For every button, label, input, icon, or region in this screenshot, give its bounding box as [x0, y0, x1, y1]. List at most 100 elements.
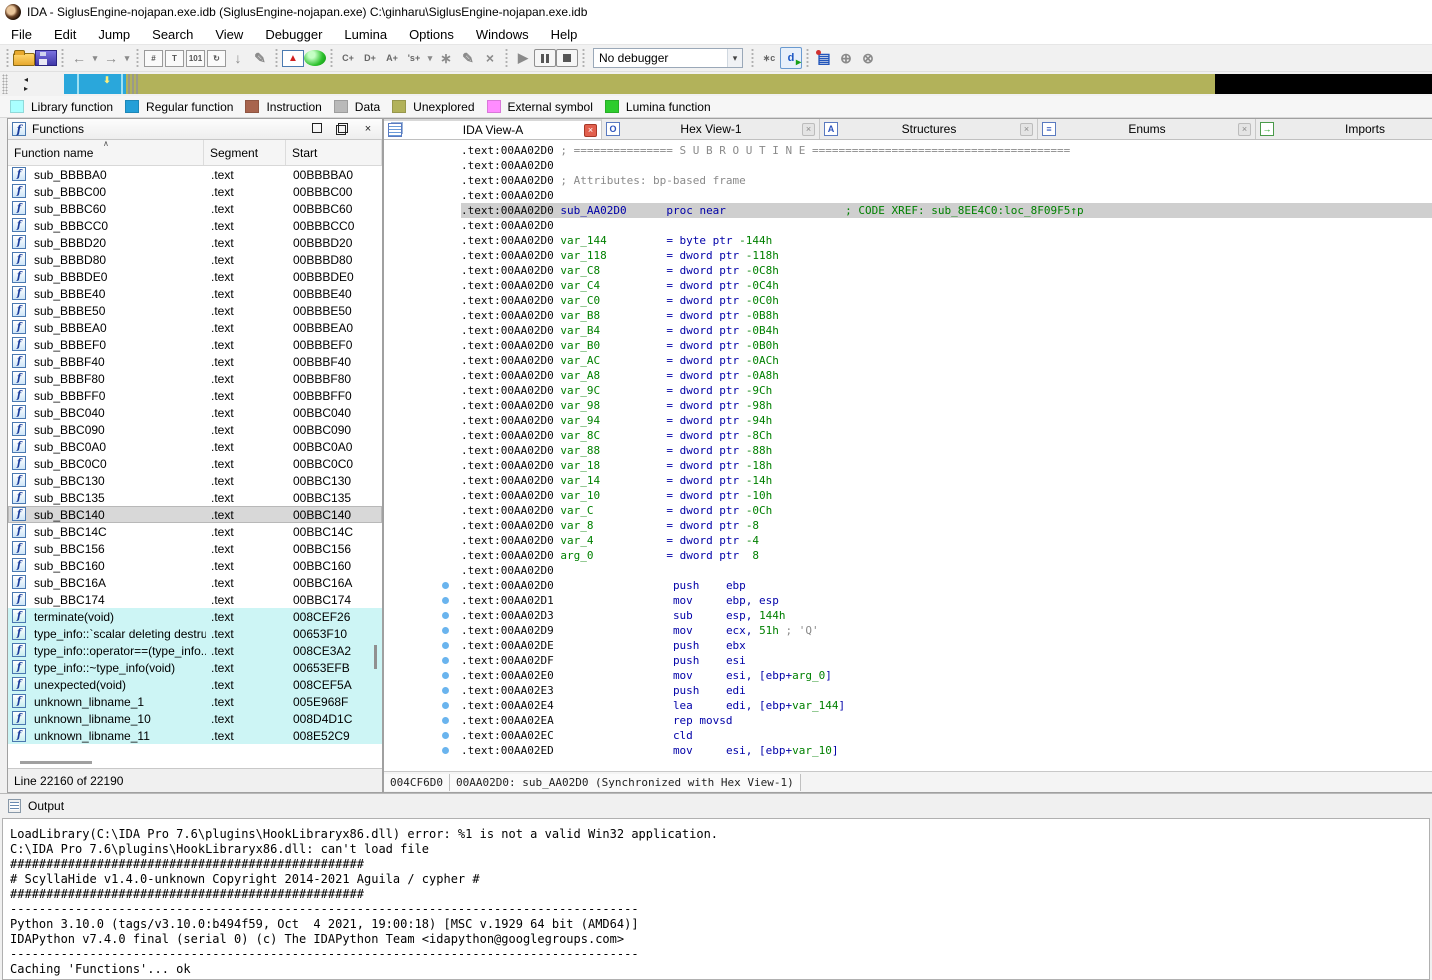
disassembly-line[interactable]: .text:00AA02D0 ; Attributes: bp-based fr…	[384, 173, 1432, 188]
functions-vscrollbar[interactable]	[372, 167, 379, 750]
disassembly-line[interactable]: .text:00AA02D0 var_A8 = dword ptr -0A8h	[384, 368, 1432, 383]
search-binary-icon[interactable]: 101	[186, 50, 205, 67]
function-row[interactable]: fterminate(void).text008CEF26	[8, 608, 382, 625]
menu-help[interactable]: Help	[540, 27, 589, 42]
disassembly-line[interactable]: .text:00AA02D0 var_88 = dword ptr -88h	[384, 443, 1432, 458]
function-row[interactable]: fsub_BBC16A.text00BBC16A	[8, 574, 382, 591]
disassembly-line[interactable]: .text:00AA02D0 var_144 = byte ptr -144h	[384, 233, 1432, 248]
disassembly-line[interactable]: .text:00AA02EC cld	[384, 728, 1432, 743]
function-row[interactable]: fsub_BBBEF0.text00BBBEF0	[8, 336, 382, 353]
pause-debugger-icon[interactable]	[534, 49, 556, 67]
menu-file[interactable]: File	[0, 27, 43, 42]
disassembly-line[interactable]: .text:00AA02E3 push edi	[384, 683, 1432, 698]
hscroll-thumb[interactable]	[20, 761, 92, 764]
function-row[interactable]: fsub_BBC0C0.text00BBC0C0	[8, 455, 382, 472]
float-panel-button[interactable]	[336, 123, 348, 135]
rename-icon[interactable]: A+	[381, 47, 403, 69]
nav-scroll-arrows[interactable]: ◂ ▸	[12, 75, 40, 93]
save-icon[interactable]	[35, 50, 57, 66]
disassembly-line[interactable]: .text:00AA02ED mov esi, [ebp+var_10]	[384, 743, 1432, 758]
disassembly-line[interactable]: .text:00AA02D0 var_14 = dword ptr -14h	[384, 473, 1432, 488]
disassembly-line[interactable]: .text:00AA02D0 var_8C = dword ptr -8Ch	[384, 428, 1432, 443]
back-icon[interactable]: ←	[68, 47, 90, 69]
functions-column-header[interactable]: Function name∧SegmentStart	[8, 140, 382, 166]
function-row[interactable]: fsub_BBBC60.text00BBBC60	[8, 200, 382, 217]
edit-function-icon[interactable]: ✎	[457, 47, 479, 69]
output-title-bar[interactable]: Output	[0, 794, 1432, 818]
disassembly-line[interactable]: .text:00AA02D0 var_9C = dword ptr -9Ch	[384, 383, 1432, 398]
run-script-icon[interactable]: d	[780, 47, 802, 69]
stop-debugger-icon[interactable]	[556, 49, 578, 67]
disassembly-line[interactable]: .text:00AA02D0 var_C8 = dword ptr -0C8h	[384, 263, 1432, 278]
delete-function-icon[interactable]: ×	[479, 47, 501, 69]
nav-left-icon[interactable]: ◂	[24, 75, 28, 84]
create-data-icon[interactable]: D+	[359, 47, 381, 69]
disassembly-line[interactable]: .text:00AA02D0 var_118 = dword ptr -118h	[384, 248, 1432, 263]
functions-title-bar[interactable]: f Functions ×	[8, 119, 382, 140]
disassembly-line[interactable]: .text:00AA02D0 ; =============== S U B R…	[384, 143, 1432, 158]
problems-icon[interactable]: ▲	[282, 50, 304, 67]
create-function-icon[interactable]: ∗	[435, 47, 457, 69]
function-row[interactable]: fsub_BBC090.text00BBC090	[8, 421, 382, 438]
close-panel-button[interactable]: ×	[362, 123, 374, 135]
function-row[interactable]: fsub_BBC174.text00BBC174	[8, 591, 382, 608]
open-file-icon[interactable]	[13, 53, 35, 66]
search-number-icon[interactable]: #	[144, 50, 163, 67]
function-row[interactable]: fsub_BBBF40.text00BBBF40	[8, 353, 382, 370]
close-tab-icon[interactable]: ×	[1020, 123, 1033, 136]
function-row[interactable]: fsub_BBBE50.text00BBBE50	[8, 302, 382, 319]
function-row[interactable]: fsub_BBC130.text00BBC130	[8, 472, 382, 489]
function-row[interactable]: fsub_BBC156.text00BBC156	[8, 540, 382, 557]
jump-next-icon[interactable]: ↓	[227, 47, 249, 69]
function-row[interactable]: fsub_BBC160.text00BBC160	[8, 557, 382, 574]
disassembly-line[interactable]: .text:00AA02DF push esi	[384, 653, 1432, 668]
functions-hscrollbar[interactable]	[8, 758, 382, 768]
close-tab-icon[interactable]: ×	[584, 124, 597, 137]
function-row[interactable]: ftype_info::~type_info(void).text00653EF…	[8, 659, 382, 676]
function-row[interactable]: fsub_BBBEA0.text00BBBEA0	[8, 319, 382, 336]
breakpoint-remove-icon[interactable]: ⊗	[857, 47, 879, 69]
disassembly-line[interactable]: .text:00AA02D0 arg_0 = dword ptr 8	[384, 548, 1432, 563]
disassembly-line[interactable]: .text:00AA02D1 mov ebp, esp	[384, 593, 1432, 608]
tab-ida-view-a[interactable]: IDA View-A×	[384, 119, 602, 139]
back-history-icon[interactable]: ▾	[90, 47, 100, 69]
tab-structures[interactable]: AStructures×	[820, 119, 1038, 139]
function-row[interactable]: fsub_BBC140.text00BBC140	[8, 506, 382, 523]
function-row[interactable]: ftype_info::`scalar deleting destru....t…	[8, 625, 382, 642]
disassembly-line[interactable]: .text:00AA02D0 push ebp	[384, 578, 1432, 593]
column-header-function-name[interactable]: Function name∧	[8, 140, 204, 165]
search-text-icon[interactable]: T	[165, 50, 184, 67]
navigator-band[interactable]: ⬇	[64, 74, 1432, 94]
breakpoint-add-icon[interactable]: ⊕	[835, 47, 857, 69]
function-row[interactable]: fsub_BBBD80.text00BBBD80	[8, 251, 382, 268]
disassembly-line[interactable]: .text:00AA02D0 var_C0 = dword ptr -0C0h	[384, 293, 1432, 308]
column-header-start[interactable]: Start	[286, 140, 382, 165]
undefine-icon[interactable]: ✎	[249, 47, 271, 69]
toolbar-drag-handle[interactable]	[2, 74, 8, 94]
disassembly-line[interactable]: .text:00AA02D0	[384, 158, 1432, 173]
output-console[interactable]: LoadLibrary(C:\IDA Pro 7.6\plugins\HookL…	[2, 818, 1430, 980]
compile-script-icon[interactable]: ∗c	[758, 47, 780, 69]
disassembly-line[interactable]: .text:00AA02D0 var_B8 = dword ptr -0B8h	[384, 308, 1432, 323]
search-repeat-icon[interactable]: ↻	[207, 50, 226, 67]
disassembly-line[interactable]: .text:00AA02D0 var_98 = dword ptr -98h	[384, 398, 1432, 413]
vscroll-thumb[interactable]	[374, 645, 377, 669]
function-row[interactable]: fsub_BBBCC0.text00BBBCC0	[8, 217, 382, 234]
disassembly-line[interactable]: .text:00AA02D0	[384, 563, 1432, 578]
function-row[interactable]: fsub_BBC14C.text00BBC14C	[8, 523, 382, 540]
forward-history-icon[interactable]: ▾	[122, 47, 132, 69]
disassembly-line[interactable]: .text:00AA02D0 var_94 = dword ptr -94h	[384, 413, 1432, 428]
menu-jump[interactable]: Jump	[87, 27, 141, 42]
function-row[interactable]: fsub_BBBD20.text00BBBD20	[8, 234, 382, 251]
disassembly-line[interactable]: .text:00AA02D3 sub esp, 144h	[384, 608, 1432, 623]
function-row[interactable]: funknown_libname_1.text005E968F	[8, 693, 382, 710]
disassembly-line[interactable]: .text:00AA02D9 mov ecx, 51h ; 'Q'	[384, 623, 1432, 638]
disassembly-line[interactable]: .text:00AA02E0 mov esi, [ebp+arg_0]	[384, 668, 1432, 683]
function-row[interactable]: fsub_BBC0A0.text00BBC0A0	[8, 438, 382, 455]
disassembly-line[interactable]: .text:00AA02EA rep movsd	[384, 713, 1432, 728]
function-row[interactable]: fsub_BBBFF0.text00BBBFF0	[8, 387, 382, 404]
function-row[interactable]: fsub_BBC040.text00BBC040	[8, 404, 382, 421]
string-dropdown-icon[interactable]: ▾	[425, 47, 435, 69]
column-header-segment[interactable]: Segment	[204, 140, 286, 165]
disassembly-line[interactable]: .text:00AA02D0	[384, 188, 1432, 203]
